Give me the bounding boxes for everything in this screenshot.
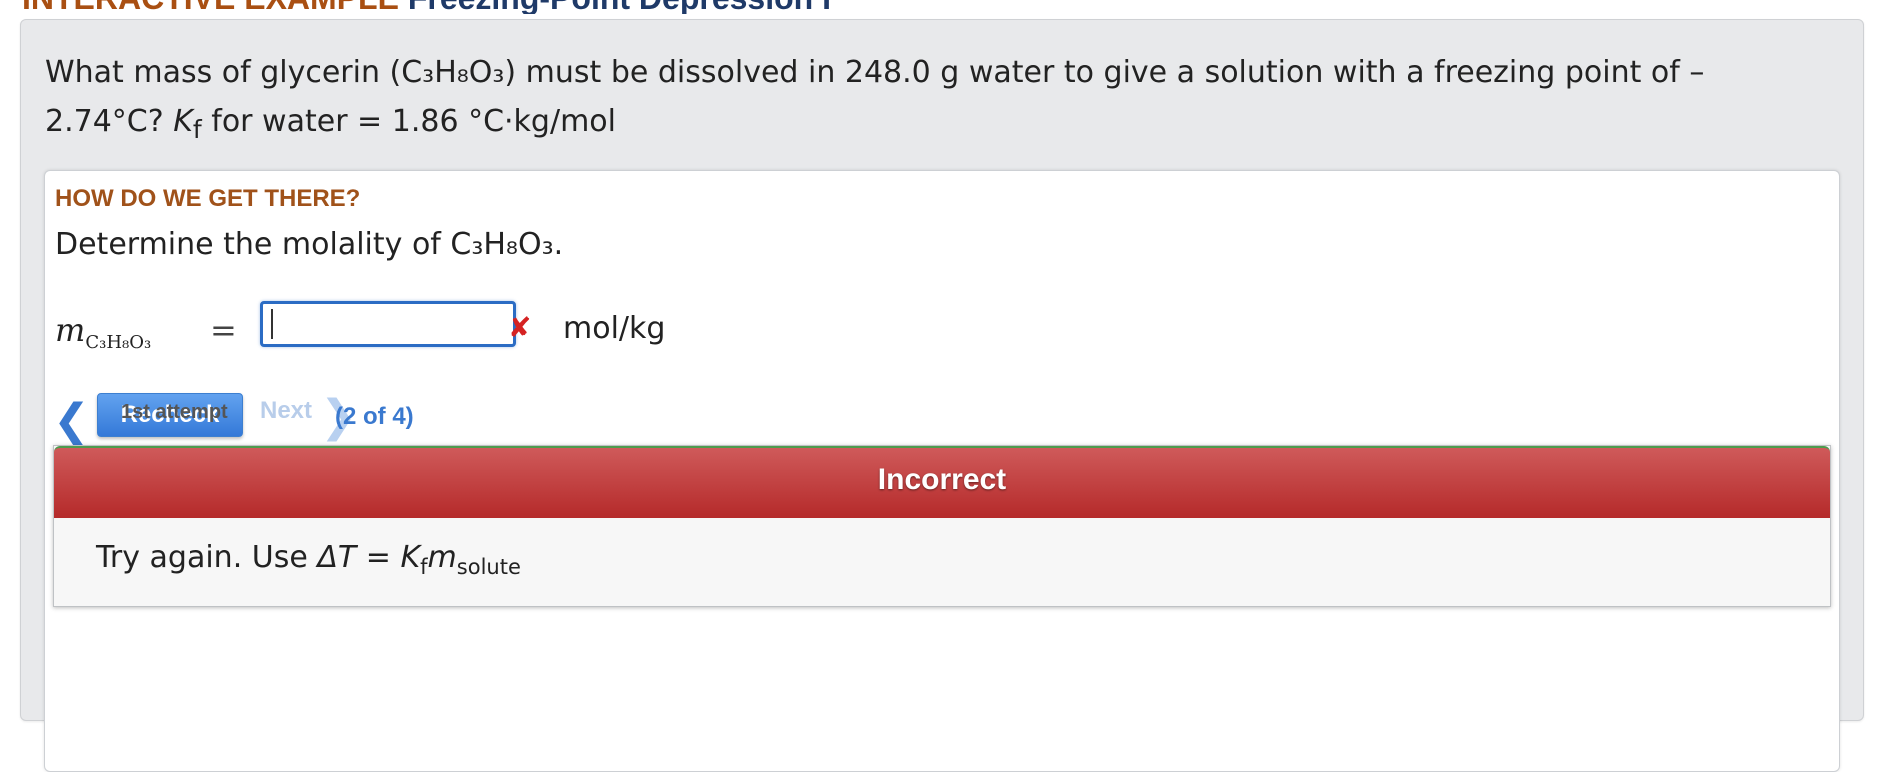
activity-label: INTERACTIVE EXAMPLE	[22, 0, 399, 14]
solute-subscript: solute	[456, 555, 521, 579]
molality-answer-input[interactable]	[260, 301, 516, 347]
feedback-panel: Incorrect Try again. Use ΔT = Kfmsolute	[53, 445, 1831, 607]
kf-symbol: K	[173, 104, 193, 139]
equals-sign: =	[210, 311, 237, 349]
next-link[interactable]: Next	[260, 397, 312, 425]
question-text: What mass of glycerin (C₃H₈O₃) must be d…	[45, 48, 1835, 154]
unit-label: mol/kg	[563, 311, 666, 346]
question-line-2-suffix: for water = 1.86 °C·kg/mol	[211, 104, 616, 139]
kf-sub-feedback: f	[420, 555, 428, 579]
delta-t-symbol: ΔT	[317, 540, 357, 575]
feedback-prefix: Try again. Use	[96, 540, 308, 575]
text-caret	[271, 309, 273, 339]
previous-chevron-icon[interactable]: ❮	[53, 395, 90, 446]
molality-symbol-feedback: m	[427, 540, 457, 575]
question-line-2-prefix: 2.74°C?	[45, 104, 164, 139]
kf-subscript: f	[192, 115, 202, 144]
step-heading: HOW DO WE GET THERE?	[55, 185, 361, 212]
step-panel: HOW DO WE GET THERE? Determine the molal…	[44, 170, 1840, 772]
incorrect-x-icon: ✘	[508, 311, 532, 344]
attempt-count: 1st attempt	[121, 401, 228, 423]
activity-topic: Freezing-Point Depression I	[408, 0, 831, 14]
molality-subscript: C₃H₈O₃	[85, 332, 152, 353]
molality-symbol: m	[55, 311, 86, 349]
step-instruction: Determine the molality of C₃H₈O₃.	[55, 227, 564, 262]
problem-panel: What mass of glycerin (C₃H₈O₃) must be d…	[20, 19, 1864, 772]
kf-symbol-feedback: K	[400, 540, 421, 575]
activity-title: INTERACTIVE EXAMPLE Freezing-Point Depre…	[22, 0, 831, 14]
formula-equals: =	[356, 540, 401, 575]
question-line-1: What mass of glycerin (C₃H₈O₃) must be d…	[45, 55, 1705, 90]
feedback-message: Try again. Use ΔT = Kfmsolute	[96, 540, 521, 579]
feedback-status-banner: Incorrect	[54, 446, 1830, 518]
molality-variable: mC₃H₈O₃	[55, 311, 151, 353]
step-counter: (2 of 4)	[335, 403, 414, 430]
